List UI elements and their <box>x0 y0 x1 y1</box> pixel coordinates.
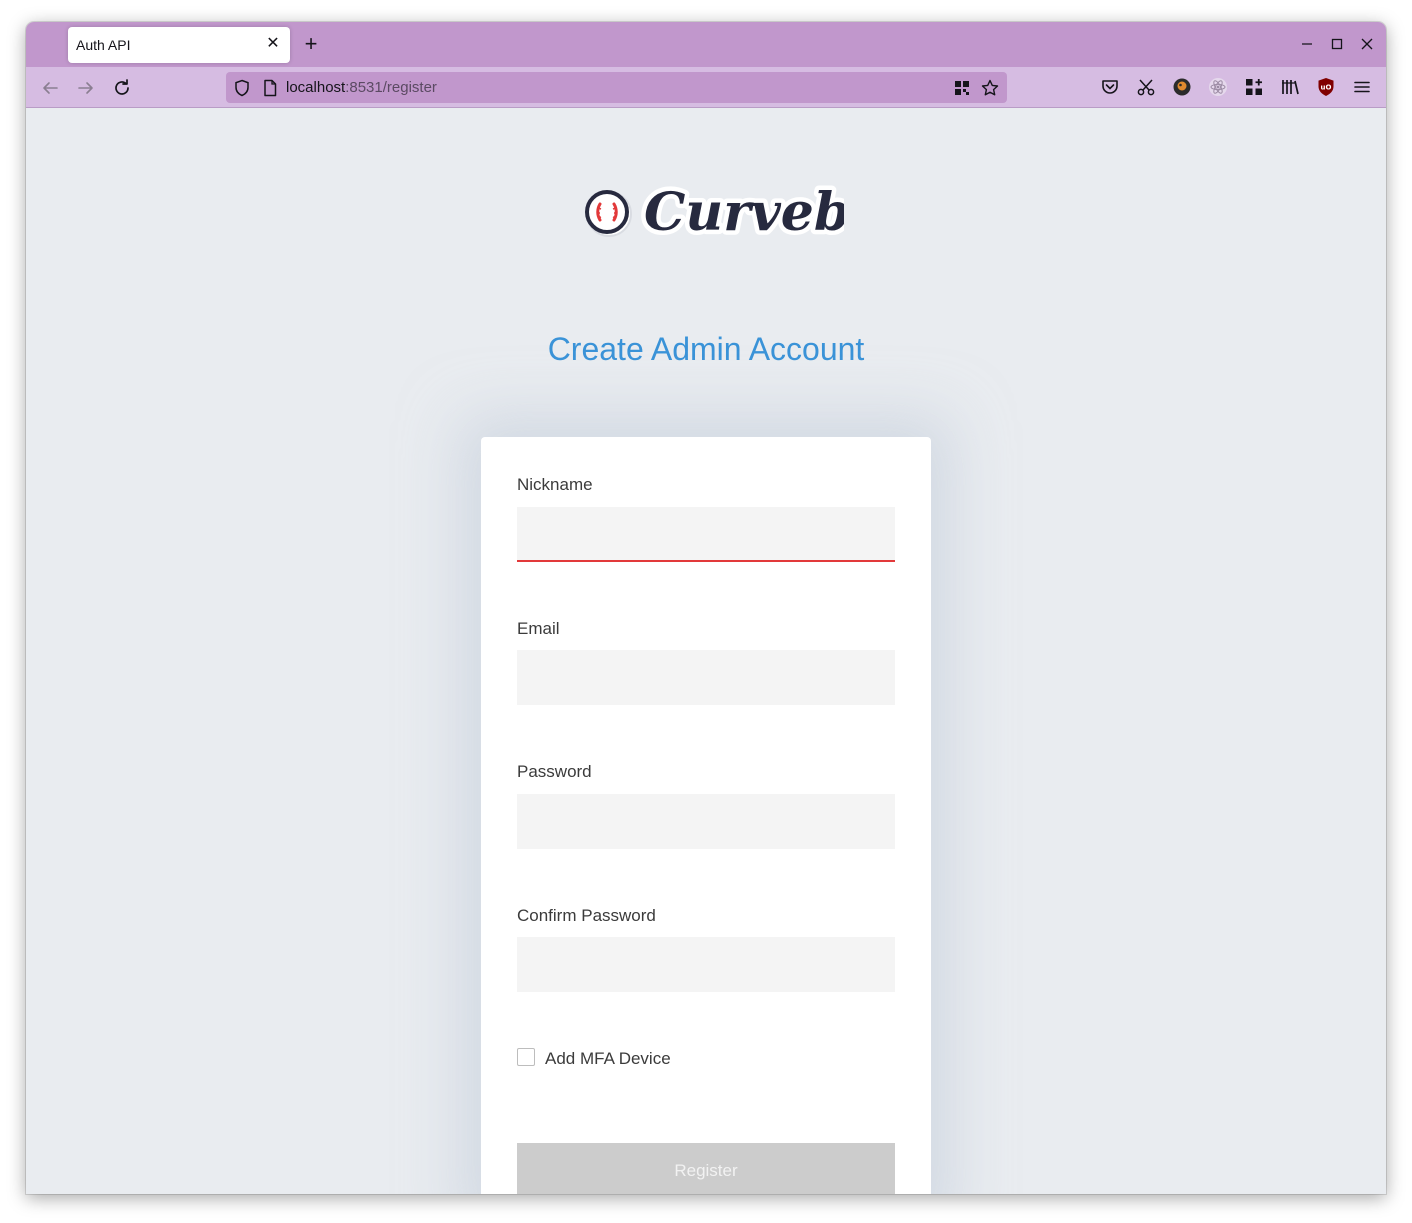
browser-window: Auth API ✕ + localhost:8531/register uO … <box>26 22 1386 1194</box>
confirm-password-input[interactable] <box>517 937 895 992</box>
new-tab-button[interactable]: + <box>298 31 324 57</box>
password-label: Password <box>517 762 592 781</box>
nickname-label: Nickname <box>517 475 593 494</box>
page-icon[interactable] <box>260 78 280 98</box>
mfa-checkbox[interactable] <box>517 1048 535 1066</box>
register-form-card: Nickname Email Password Confirm Password… <box>481 437 931 1194</box>
minimize-icon[interactable] <box>1295 32 1319 56</box>
navigation-bar: localhost:8531/register uO <box>26 67 1386 108</box>
bookmark-star-icon[interactable] <box>980 78 1000 98</box>
register-button[interactable]: Register <box>517 1143 895 1194</box>
react-devtools-icon[interactable] <box>1207 76 1229 98</box>
close-window-icon[interactable] <box>1355 32 1379 56</box>
logo-text: Curveball <box>644 182 844 243</box>
hamburger-menu-icon[interactable] <box>1351 76 1373 98</box>
tab-close-icon[interactable]: ✕ <box>264 33 282 55</box>
tab-auth-api[interactable]: Auth API ✕ <box>68 27 290 63</box>
ublock-origin-icon[interactable]: uO <box>1315 76 1337 98</box>
url-host: localhost <box>286 79 346 96</box>
qr-code-icon[interactable] <box>952 78 972 98</box>
password-input[interactable] <box>517 794 895 849</box>
apps-grid-icon[interactable] <box>1243 76 1265 98</box>
confirm-password-label: Confirm Password <box>517 906 656 925</box>
curveball-logo: Curveball Curveball <box>585 178 844 248</box>
extension-avatar-icon[interactable] <box>1171 76 1193 98</box>
reload-icon[interactable] <box>110 76 134 100</box>
url-bar[interactable]: localhost:8531/register <box>226 72 1007 103</box>
nickname-input[interactable] <box>517 507 895 562</box>
library-icon[interactable] <box>1279 76 1301 98</box>
screenshot-scissors-icon[interactable] <box>1135 76 1157 98</box>
tab-bar: Auth API ✕ + <box>26 22 1386 67</box>
back-arrow-icon[interactable] <box>38 76 62 100</box>
mfa-checkbox-label[interactable]: Add MFA Device <box>545 1049 671 1069</box>
url-path: :8531/register <box>345 79 437 96</box>
url-text[interactable]: localhost:8531/register <box>286 79 437 96</box>
pocket-icon[interactable] <box>1099 76 1121 98</box>
shield-icon[interactable] <box>232 78 252 98</box>
email-input[interactable] <box>517 650 895 705</box>
forward-arrow-icon[interactable] <box>74 76 98 100</box>
page-title: Create Admin Account <box>547 331 865 367</box>
email-label: Email <box>517 619 560 638</box>
page-content: Curveball Curveball Create Admin Account… <box>26 108 1386 1194</box>
maximize-icon[interactable] <box>1325 32 1349 56</box>
tab-title: Auth API <box>76 37 131 53</box>
svg-text:uO: uO <box>1321 84 1332 92</box>
